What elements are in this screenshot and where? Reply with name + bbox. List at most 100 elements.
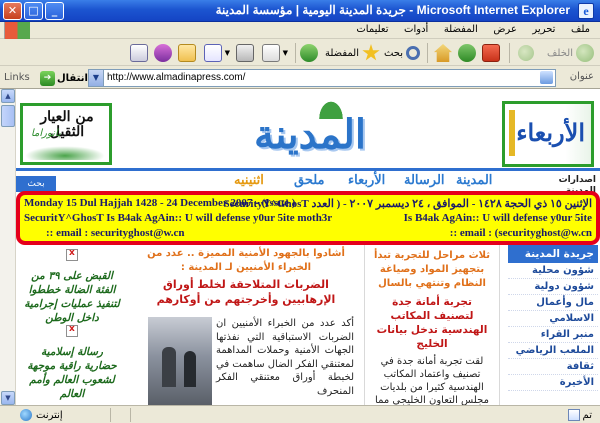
site-logo[interactable]: المدينة	[232, 97, 388, 167]
status-done-label: تم	[582, 409, 592, 421]
search-icon	[406, 46, 420, 60]
sidebar-item[interactable]: منبر القراء	[508, 327, 598, 343]
close-button[interactable]: ✕	[3, 2, 22, 20]
address-input[interactable]: ▼ http://www.almadinapress.com/	[88, 69, 556, 87]
address-bar: عنوان ▼ http://www.almadinapress.com/ ➔ …	[0, 67, 600, 89]
advanced-search-link[interactable]: بحث متقدم	[16, 176, 56, 205]
status-bar: تم إنترنت	[0, 405, 600, 423]
article-kicker: أشادوا بالجهود الأمنية المميزة .. عدد من…	[147, 248, 345, 273]
security-zone[interactable]: إنترنت	[20, 409, 63, 421]
menu-edit[interactable]: تحرير	[526, 22, 561, 37]
sidebar-item[interactable]: الملعب الرياضي	[508, 343, 598, 359]
maximize-button[interactable]: □	[24, 2, 43, 20]
ad-right-text: الأربعاء	[516, 118, 585, 147]
minimize-button[interactable]: _	[45, 2, 64, 20]
toolbar-separator	[295, 43, 296, 63]
featured-body: لقت تجربة أمانة جدة في تصنيف واعتماد الم…	[375, 356, 489, 405]
article-body: أكد عدد من الخبراء الأمنيين ان الضربات ا…	[216, 318, 354, 397]
menu-view[interactable]: عرض	[487, 22, 523, 37]
sidebar-item[interactable]: مال وأعمال	[508, 295, 598, 311]
media-button[interactable]	[300, 43, 318, 63]
messenger-icon	[154, 44, 172, 62]
logo-text: المدينة	[253, 111, 367, 158]
refresh-button[interactable]	[458, 43, 476, 63]
search-button[interactable]: بحث	[384, 43, 420, 63]
sidebar-item[interactable]: شؤون دولية	[508, 279, 598, 295]
go-label: انتقال	[57, 72, 88, 84]
hacker-email-right: :: email : (securityghost@w.cn	[449, 227, 592, 239]
forward-button[interactable]	[518, 43, 534, 63]
web-page: من العيار الثقيل بانوراما المدينة الأربع…	[16, 89, 600, 405]
messenger-button[interactable]	[154, 43, 172, 63]
date-line-arabic: الإثنين ١٥ ذي الحجة ١٤٢٨ - الموافق ، ٢٤ …	[223, 198, 593, 210]
person-figure	[162, 347, 176, 387]
hacker-message-left: SecuritY^GhosT Is B4ak AgAin:: U will de…	[24, 212, 333, 224]
person-figure	[184, 351, 196, 387]
status-divider	[130, 408, 131, 422]
featured-headline[interactable]: تجربة أمانة جدة لتصنيف المكاتب الهندسية …	[371, 295, 493, 351]
mail-button[interactable]: ▼	[261, 43, 288, 63]
favorites-button[interactable]: المفضلة	[325, 43, 380, 63]
menu-file[interactable]: ملف	[565, 22, 596, 37]
article-photo[interactable]	[148, 317, 212, 405]
edit-page-icon	[203, 44, 222, 62]
favorites-star-icon	[362, 44, 380, 61]
back-arrow-icon	[576, 44, 594, 62]
scroll-down-arrow[interactable]: ▼	[1, 391, 15, 405]
menu-help[interactable]: تعليمات	[350, 22, 394, 37]
sidebar-header: جريدة المدينة	[508, 245, 598, 263]
banner-ad-right[interactable]: الأربعاء	[502, 101, 594, 167]
standard-toolbar: الخلف بحث المفضلة ▼ ▼	[0, 40, 600, 66]
status-divider	[110, 408, 111, 422]
sidebar-item[interactable]: الاسلامي	[508, 311, 598, 327]
scroll-thumb[interactable]	[1, 105, 15, 127]
featured-kicker: ثلاث مراحل للتجربة تبدأ بتجهيز المواد وص…	[373, 250, 491, 289]
mosque-dome-icon	[316, 97, 346, 119]
side-ads-column: القبض على ٣٩ من الفئة الضالة خططوا لتنفي…	[20, 245, 124, 405]
browser-viewport: ▲ ▼ من العيار الثقيل بانوراما المدينة ال…	[0, 89, 600, 405]
status-done: تم	[567, 409, 592, 421]
home-button[interactable]	[434, 43, 452, 63]
yellow-bar-graphic	[509, 110, 515, 156]
broken-image-icon	[66, 248, 78, 261]
folder-button[interactable]	[178, 43, 196, 63]
green-splash-graphic	[25, 146, 105, 160]
vertical-scrollbar[interactable]: ▲ ▼	[0, 89, 16, 405]
search-label: بحث	[383, 47, 403, 59]
go-arrow-icon: ➔	[40, 70, 55, 86]
hacker-message-right: Is B4ak AgAin:: U will defense y0ur 5ite	[403, 212, 592, 224]
address-dropdown-icon[interactable]: ▼	[89, 70, 104, 86]
menu-favorites[interactable]: المفضلة	[438, 22, 484, 37]
toolbar-separator	[427, 43, 428, 63]
stop-button[interactable]	[482, 43, 500, 63]
stop-icon	[482, 44, 500, 62]
toolbar-separator	[509, 43, 510, 63]
research-button[interactable]	[130, 43, 148, 63]
sections-sidebar: جريدة المدينة شؤون محلية شؤون دولية مال …	[508, 245, 598, 405]
ie-app-icon[interactable]: e	[578, 3, 594, 19]
home-icon	[434, 44, 452, 62]
sidebar-item[interactable]: الأخيرة	[508, 375, 598, 391]
favorites-label: المفضلة	[324, 47, 359, 59]
sidebar-item[interactable]: شؤون محلية	[508, 263, 598, 279]
mail-icon	[261, 44, 280, 62]
refresh-icon	[458, 44, 476, 62]
back-button[interactable]: الخلف	[547, 43, 594, 63]
article-headline[interactable]: الضربات المتلاحقة لخلط أوراق الإرهابيين …	[138, 277, 354, 307]
page-loaded-icon	[567, 409, 580, 421]
address-url[interactable]: http://www.almadinapress.com/	[107, 72, 245, 83]
sidebar-item[interactable]: ثقافة	[508, 359, 598, 375]
ad-left-script: بانوراما	[31, 128, 61, 139]
menu-tools[interactable]: أدوات	[398, 22, 434, 37]
featured-story: ثلاث مراحل للتجربة تبدأ بتجهيز المواد وص…	[364, 245, 500, 405]
folder-icon	[178, 44, 196, 62]
edit-button[interactable]: ▼	[203, 43, 230, 63]
links-toolbar[interactable]: Links	[4, 72, 30, 83]
banner-ad-left[interactable]: من العيار الثقيل بانوراما	[20, 103, 112, 165]
defacement-banner: Monday 15 Dul Hajjah 1428 - 24 December …	[16, 191, 600, 245]
go-button[interactable]: ➔ انتقال	[40, 70, 88, 86]
print-button[interactable]	[236, 43, 254, 63]
windows-flag-icon	[4, 22, 30, 39]
research-icon	[130, 44, 148, 62]
scroll-up-arrow[interactable]: ▲	[1, 89, 15, 103]
